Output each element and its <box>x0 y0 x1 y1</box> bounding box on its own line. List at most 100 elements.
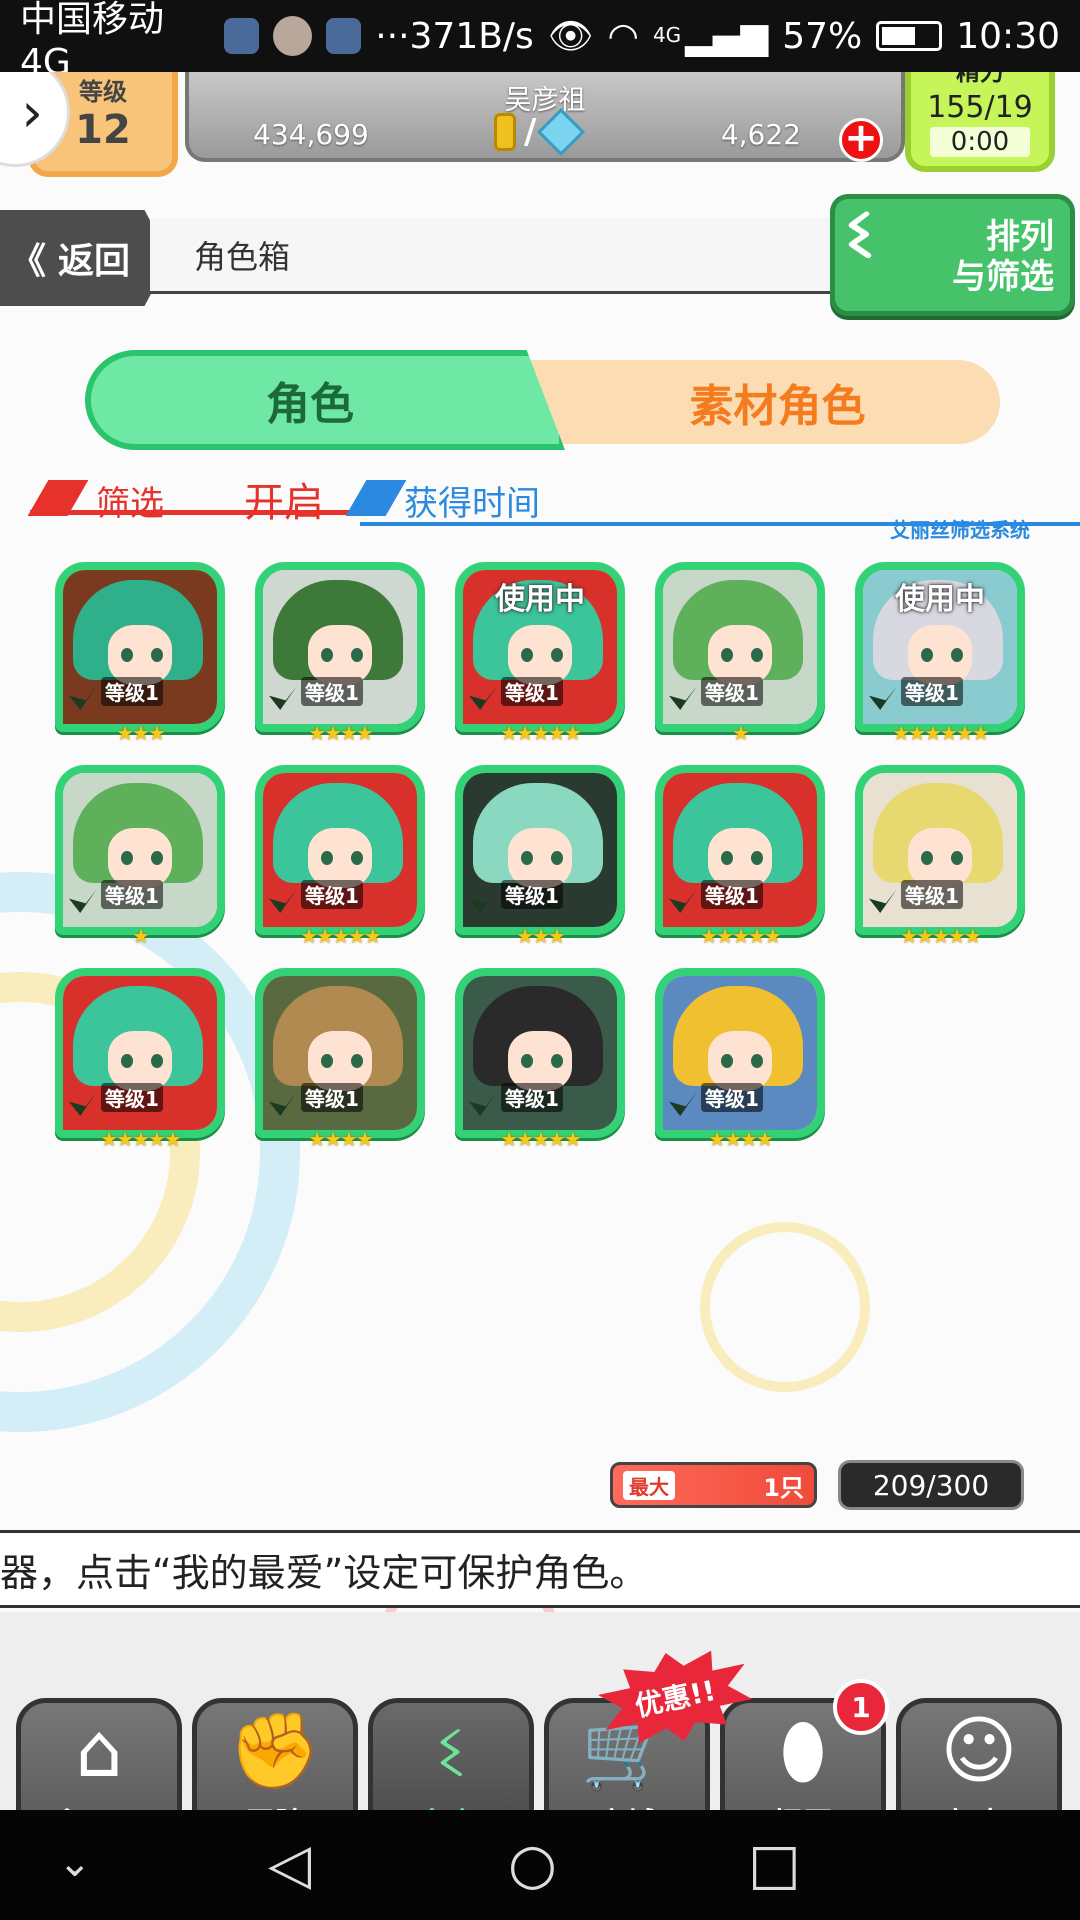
card-frame: 等级1 <box>455 765 625 935</box>
star-rating: ★★★★ <box>308 1127 374 1151</box>
character-eye <box>751 648 763 662</box>
card-frame: 等级1 <box>855 765 1025 935</box>
card-level: 等级1 <box>901 677 963 706</box>
character-card[interactable]: 等级1 ★ <box>55 765 225 948</box>
card-level: 等级1 <box>301 1083 363 1112</box>
signal-type: 4G <box>652 23 682 47</box>
tab-characters[interactable]: 角色 <box>85 350 565 450</box>
character-eye <box>121 851 133 865</box>
character-eye <box>121 1054 133 1068</box>
character-card[interactable]: 使用中 等级1 ★★★★★ <box>455 562 625 745</box>
character-eye <box>921 648 933 662</box>
nav-label: 扭蛋 <box>725 1799 881 1810</box>
wifi-icon: ◠ <box>607 15 639 57</box>
stamina-value: 155/19 <box>927 90 1033 125</box>
character-card[interactable]: 等级1 ★★★★★ <box>455 968 625 1151</box>
max-value: 1只 <box>763 1473 804 1502</box>
back-button[interactable]: 《 返回 <box>0 210 170 306</box>
nav-friends-button[interactable]: ☺ 好友 <box>896 1698 1062 1810</box>
page-title: 角色箱 <box>194 237 291 276</box>
player-info-bar: 吴彦祖 434,699 / 4,622 + <box>185 72 905 162</box>
card-level: 等级1 <box>701 880 763 909</box>
nav-label: 角色 <box>373 1799 529 1810</box>
card-frame: 使用中 等级1 <box>455 562 625 732</box>
game-screen: 等级 12 › 吴彦祖 434,699 / 4,622 + 精力 155/19 … <box>0 72 1080 1810</box>
nav-home-button[interactable]: ⌂ 主画面 <box>16 1698 182 1810</box>
carrier-text: 中国移动4G <box>20 0 165 83</box>
character-card[interactable]: 等级1 ★★★★ <box>255 968 425 1151</box>
nav-bunny-button[interactable]: ଽ 角色 <box>368 1698 534 1810</box>
character-eye <box>351 1054 363 1068</box>
clock: 10:30 <box>956 15 1060 57</box>
card-level: 等级1 <box>301 880 363 909</box>
battery-percent: 57% <box>782 15 863 57</box>
stamina-box[interactable]: 精力 155/19 0:00 <box>905 72 1055 172</box>
character-card[interactable]: 等级1 ★★★ <box>455 765 625 948</box>
nav-label: 冒险 <box>197 1799 353 1810</box>
character-card[interactable]: 等级1 ★★★★ <box>255 562 425 745</box>
star-rating: ★ <box>732 721 750 745</box>
character-eye <box>121 648 133 662</box>
character-eye <box>521 851 533 865</box>
nav-label: 商城 <box>549 1799 705 1810</box>
sort-filter-button[interactable]: ଽ 排列 与筛选 <box>830 194 1075 316</box>
tip-ticker: 器，点击“我的最爱”设定可保护角色。 <box>0 1530 1080 1608</box>
max-badge[interactable]: 最大 1只 <box>610 1462 817 1508</box>
character-card[interactable]: 等级1 ★★★★ <box>655 968 825 1151</box>
gacha-notification-badge: 1 <box>833 1679 889 1735</box>
character-card[interactable]: 等级1 ★★★ <box>55 562 225 745</box>
sort-flag-icon <box>345 480 407 516</box>
character-eye <box>321 851 333 865</box>
handshake-icon: ✊ <box>228 1708 322 1794</box>
character-card[interactable]: 等级1 ★★★★★ <box>255 765 425 948</box>
character-card[interactable]: 等级1 ★★★★★ <box>855 765 1025 948</box>
max-label: 最大 <box>623 1470 675 1500</box>
battery-icon <box>876 21 943 51</box>
in-use-label: 使用中 <box>895 582 985 617</box>
home-circle-icon[interactable]: ○ <box>508 1832 557 1897</box>
star-rating: ★★★★★ <box>100 1127 182 1151</box>
card-frame: 使用中等级1 <box>855 562 1025 732</box>
card-level: 等级1 <box>501 677 563 706</box>
hide-keyboard-icon[interactable]: ⌄ <box>58 1840 92 1886</box>
card-frame: 等级1 <box>655 765 825 935</box>
back-triangle-icon[interactable]: ◁ <box>268 1832 311 1897</box>
star-rating: ★★★★★ <box>500 1127 582 1151</box>
buy-gems-button[interactable]: + <box>839 118 883 162</box>
tip-text: 器，点击“我的最爱”设定可保护角色。 <box>0 1550 648 1595</box>
stamina-label: 精力 <box>956 72 1004 86</box>
home-icon: ⌂ <box>75 1708 123 1794</box>
eye-comfort-icon: 👁 <box>547 16 594 57</box>
character-eye <box>551 1054 563 1068</box>
filter-toggle-label[interactable]: 筛选 <box>96 476 164 525</box>
card-frame: 等级1 <box>255 562 425 732</box>
bunny-sort-icon: ଽ <box>847 192 873 274</box>
currency-icons: / <box>494 107 586 157</box>
card-level: 等级1 <box>701 1083 763 1112</box>
sort-by-label[interactable]: 获得时间 <box>404 476 540 525</box>
nav-handshake-button[interactable]: ✊ 冒险 <box>192 1698 358 1810</box>
character-eye <box>951 648 963 662</box>
character-count[interactable]: 209/300 <box>838 1460 1024 1510</box>
gem-amount: 4,622 <box>720 118 801 151</box>
card-frame: 等级1 <box>255 765 425 935</box>
gold-coin-icon <box>494 113 516 151</box>
character-eye <box>721 648 733 662</box>
recents-square-icon[interactable]: □ <box>748 1832 801 1897</box>
character-card[interactable]: 等级1 ★★★★★ <box>55 968 225 1151</box>
character-card[interactable]: 等级1 ★★★★★ <box>655 765 825 948</box>
star-rating: ★★★★★★ <box>892 721 990 745</box>
star-rating: ★★★ <box>516 924 566 948</box>
character-card[interactable]: 使用中 等级1 ★★★★★★ <box>855 562 1025 745</box>
gallery-icon <box>326 18 362 54</box>
tab-material-characters[interactable]: 素材角色 <box>515 360 1000 444</box>
character-eye <box>351 851 363 865</box>
star-rating: ★★★★★ <box>700 924 782 948</box>
card-level: 等级1 <box>701 677 763 706</box>
filter-state[interactable]: 开启 <box>244 470 324 528</box>
double-chevron-left-icon: 《 <box>10 241 47 282</box>
nav-label: 主画面 <box>21 1799 177 1810</box>
character-eye <box>321 648 333 662</box>
character-card[interactable]: 等级1 ★ <box>655 562 825 745</box>
net-speed: 371B/s <box>409 15 534 57</box>
